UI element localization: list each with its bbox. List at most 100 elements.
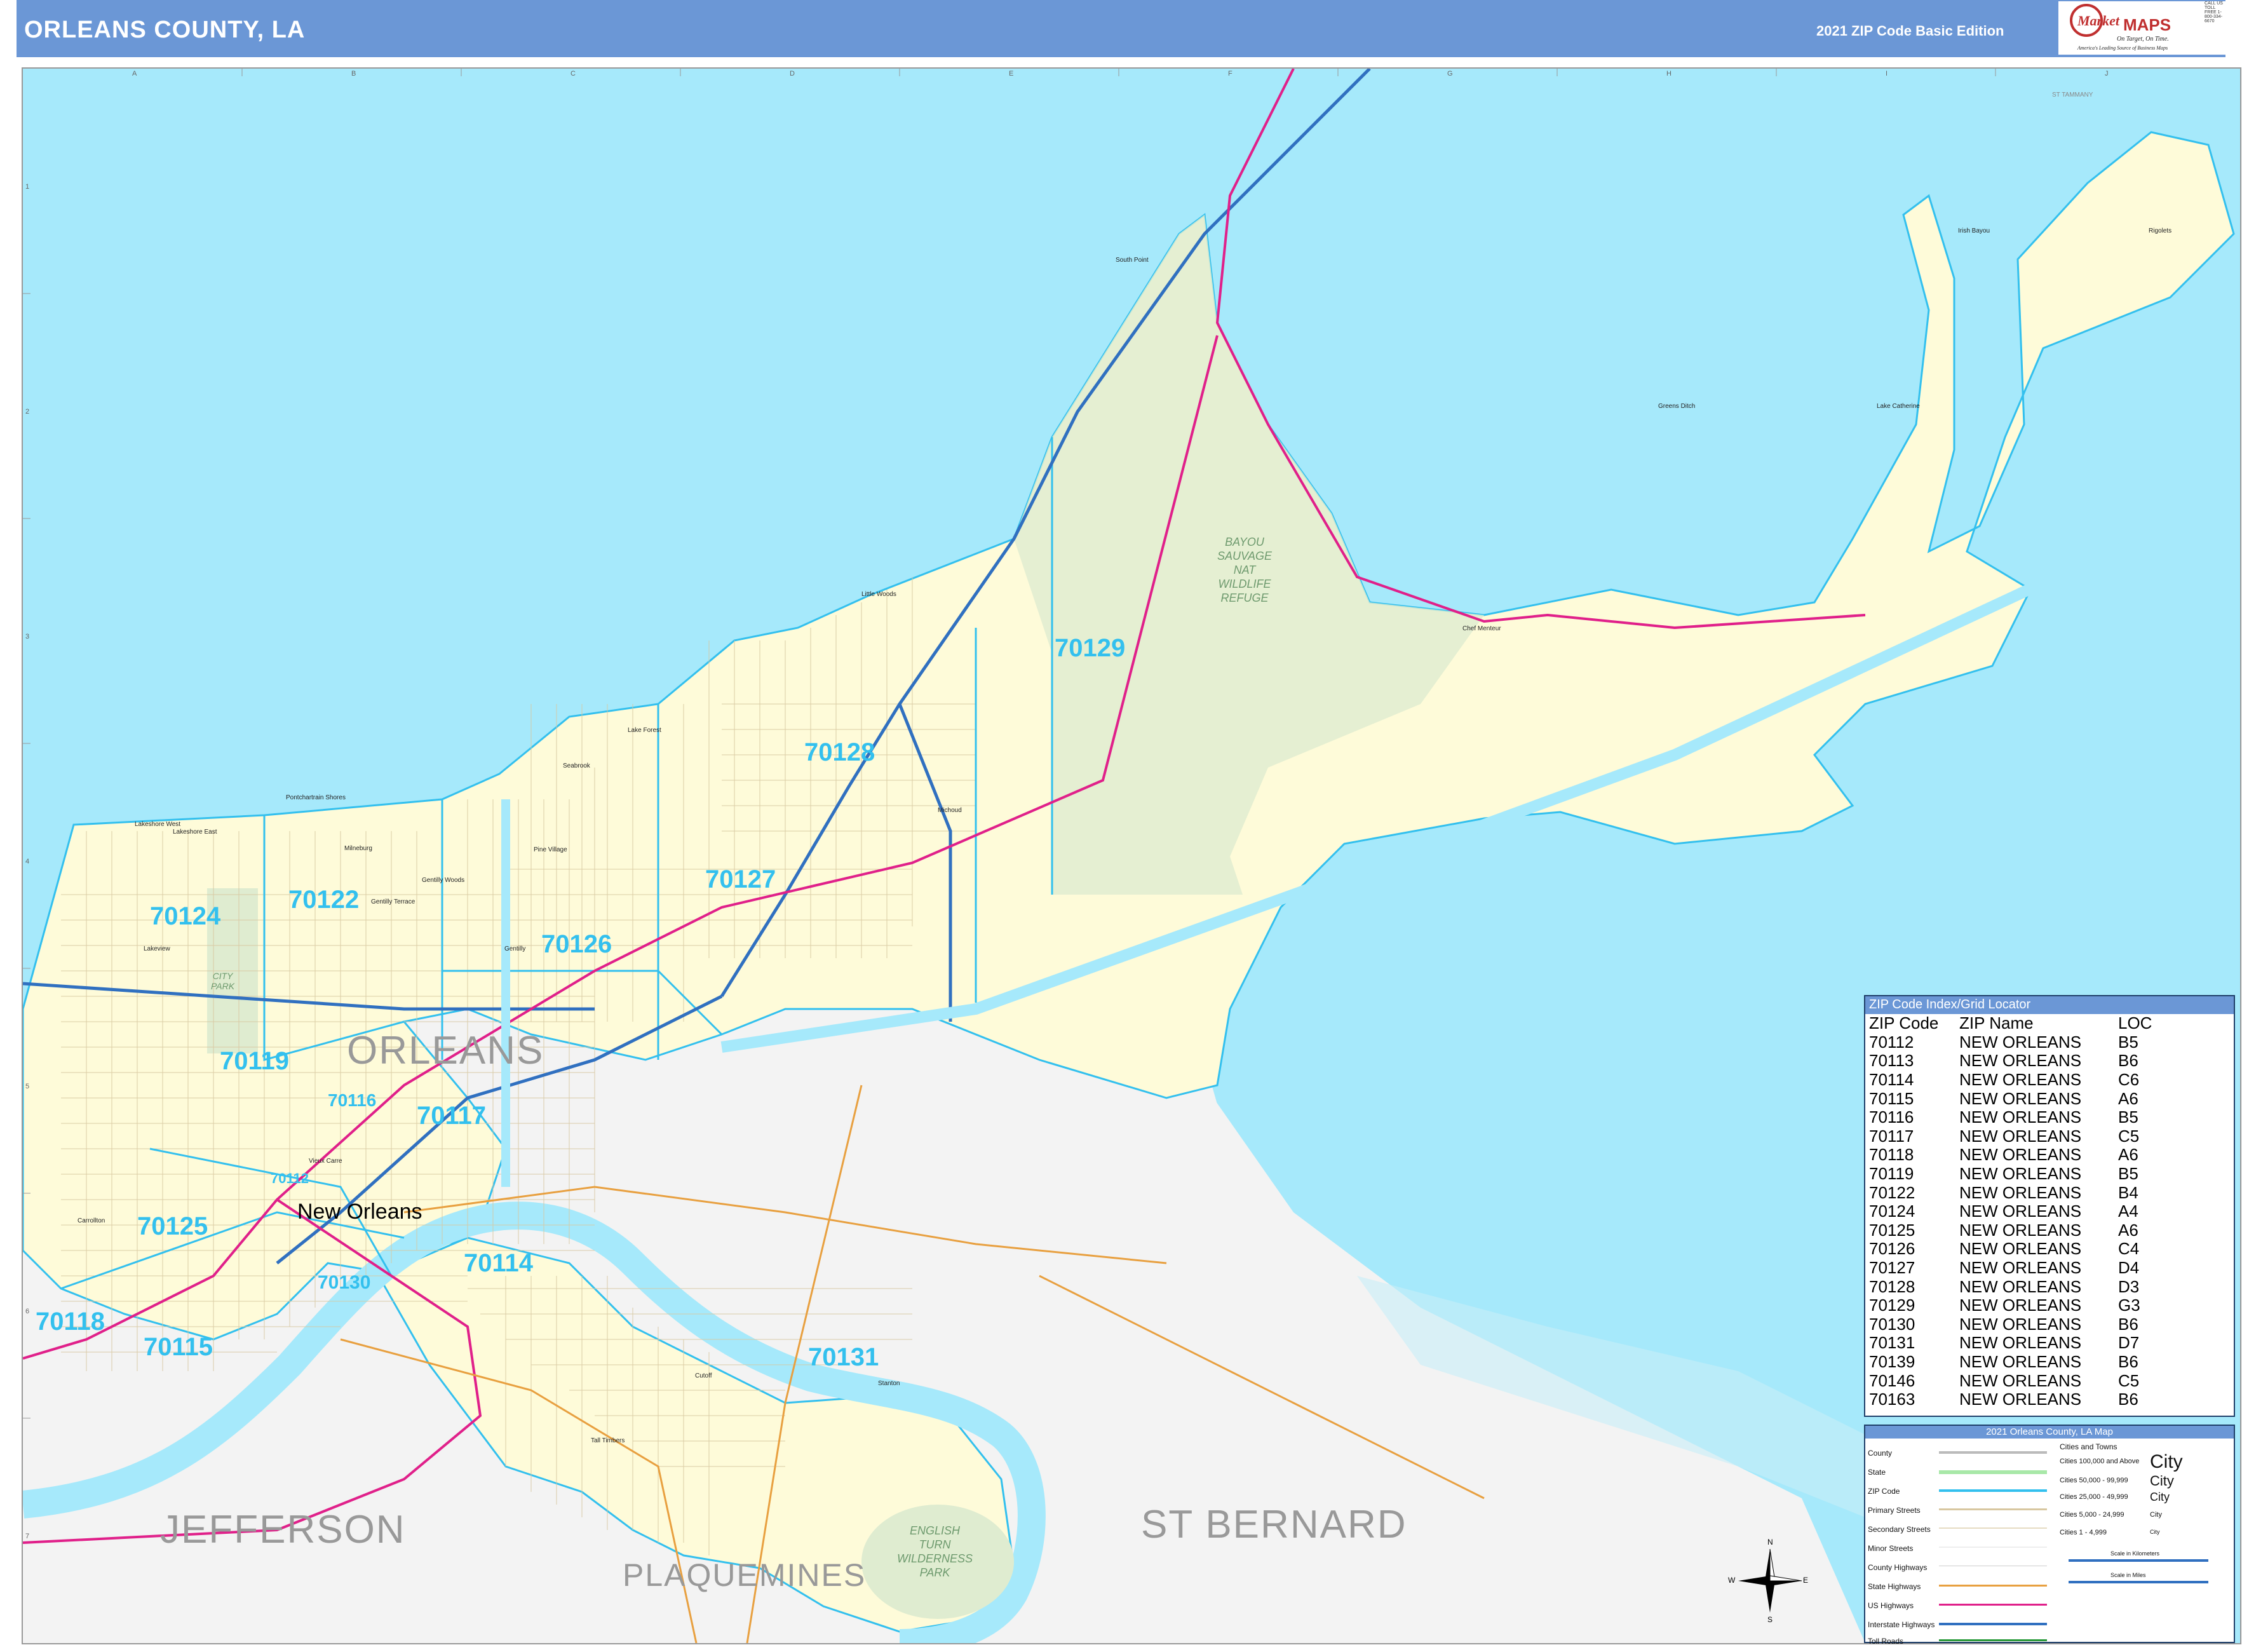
zip-index-col-name: ZIP Name <box>1959 1013 2034 1033</box>
legend-swatch-state-hwy <box>1939 1585 2047 1587</box>
legend-item-interstate-highways: Interstate Highways <box>1868 1620 1935 1629</box>
legend-item-state: State <box>1868 1468 1886 1477</box>
zip-index-row: 70118 NEW ORLEANS A6 <box>1869 1146 2152 1165</box>
place-lake-forest: Lake Forest <box>628 727 661 734</box>
grid-col-j: J <box>2105 70 2109 78</box>
place-lakeshore-east: Lakeshore East <box>173 829 217 836</box>
edition-label: 2021 ZIP Code Basic Edition <box>1816 23 2004 39</box>
zip-index-cell-loc: C5 <box>2118 1371 2140 1390</box>
logo-tagline: On Target, On Time. <box>2117 36 2169 43</box>
legend-city-sample-2: City <box>2150 1473 2174 1489</box>
logo-graphic: Market MAPS On Target, On Time. America'… <box>2070 4 2171 51</box>
zip-index-cell-name: NEW ORLEANS <box>1959 1182 2082 1202</box>
zip-index-cell-loc: C5 <box>2118 1126 2140 1146</box>
zip-index-cell-loc: B5 <box>2118 1164 2138 1184</box>
zip-label-70126: 70126 <box>541 930 612 958</box>
legend-item-secondary-streets: Secondary Streets <box>1868 1525 1931 1534</box>
zip-label-70118: 70118 <box>36 1308 105 1336</box>
zip-index-row: 70163 NEW ORLEANS B6 <box>1869 1390 2152 1409</box>
zip-index-cell-code: 70118 <box>1869 1145 1914 1165</box>
grid-row-1: 1 <box>25 183 30 191</box>
legend-scale-mi-label: Scale in Miles <box>2110 1572 2146 1578</box>
zip-index-row: 70126 NEW ORLEANS C4 <box>1869 1240 2152 1259</box>
grid-col-h: H <box>1666 70 1671 78</box>
legend-city-sample-4: City <box>2150 1511 2162 1519</box>
legend-city-sample-3: City <box>2150 1491 2170 1503</box>
zip-index-cell-code: 70124 <box>1869 1202 1915 1221</box>
grid-col-a: A <box>132 70 137 78</box>
place-cutoff: Cutoff <box>695 1372 712 1379</box>
compass-w: W <box>1728 1576 1736 1585</box>
county-label-orleans: ORLEANS <box>347 1029 544 1073</box>
grid-col-g: G <box>1447 70 1453 78</box>
zip-index-cell-loc: A4 <box>2118 1202 2138 1221</box>
zip-index-col-code: ZIP Code <box>1869 1013 1939 1033</box>
legend-swatch-zip <box>1939 1489 2047 1492</box>
county-label-st-bernard: ST BERNARD <box>1141 1503 1407 1547</box>
compass-s: S <box>1767 1615 1773 1624</box>
legend-item-state-highways: State Highways <box>1868 1582 1921 1591</box>
zip-index-body: 70112 NEW ORLEANS B5 70113 NEW ORLEANS B6 7011… <box>1869 1033 2152 1409</box>
zip-index-cell-name: NEW ORLEANS <box>1959 1333 2082 1353</box>
zip-index-cell-name: NEW ORLEANS <box>1959 1220 2082 1240</box>
legend-item-county: County <box>1868 1449 1893 1458</box>
legend-swatch-secondary <box>1939 1527 2047 1529</box>
grid-col-c: C <box>571 70 576 78</box>
zip-index-row: 70114 NEW ORLEANS C6 <box>1869 1071 2152 1090</box>
title-bar: ORLEANS COUNTY, LA 2021 ZIP Code Basic E… <box>17 0 2225 57</box>
park-label-city-park: CITY PARK <box>211 971 235 991</box>
zip-index-row: 70130 NEW ORLEANS B6 <box>1869 1315 2152 1334</box>
zip-index-cell-name: NEW ORLEANS <box>1959 1276 2082 1296</box>
grid-row-6: 6 <box>25 1308 30 1315</box>
zip-index-row: 70112 NEW ORLEANS B5 <box>1869 1033 2152 1052</box>
zip-index-cell-loc: A6 <box>2118 1220 2138 1240</box>
park-label-english-turn: ENGLISH TURN WILDERNESS PARK <box>897 1524 973 1579</box>
zip-label-70119: 70119 <box>220 1047 290 1075</box>
zip-label-70112: 70112 <box>271 1170 309 1186</box>
zip-index-cell-loc: B6 <box>2118 1390 2138 1409</box>
legend-scale-km-bar <box>2069 1559 2208 1562</box>
zip-index-cell-name: NEW ORLEANS <box>1959 1164 2082 1184</box>
zip-index-cell-code: 70128 <box>1869 1276 1915 1296</box>
zip-label-70116: 70116 <box>328 1090 377 1110</box>
zip-index-cell-code: 70117 <box>1869 1126 1914 1146</box>
grid-col-i: I <box>1886 70 1888 78</box>
zip-index-cell-loc: C4 <box>2118 1239 2140 1259</box>
place-chef-menteur: Chef Menteur <box>1462 625 1501 632</box>
zip-label-70131: 70131 <box>808 1343 879 1371</box>
zip-label-70125: 70125 <box>137 1212 208 1240</box>
zip-index-cell-code: 70129 <box>1869 1296 1915 1315</box>
zip-index-row: 70113 NEW ORLEANS B6 <box>1869 1052 2152 1071</box>
grid-col-b: B <box>351 70 356 78</box>
zip-index-header-row: ZIP Code ZIP Name LOC <box>1869 1014 2152 1033</box>
map-title: ORLEANS COUNTY, LA <box>24 17 306 43</box>
zip-index-cell-loc: A6 <box>2118 1145 2138 1165</box>
compass-rose: N S E W <box>1728 1536 1808 1625</box>
place-south-point: South Point <box>1116 257 1149 264</box>
compass-n: N <box>1767 1538 1773 1547</box>
zip-index-cell-loc: B5 <box>2118 1107 2138 1127</box>
zip-label-70115: 70115 <box>144 1333 213 1361</box>
zip-index-cell-name: NEW ORLEANS <box>1959 1107 2082 1127</box>
legend-item-toll-roads: Toll Roads <box>1868 1637 1904 1646</box>
zip-index-cell-code: 70130 <box>1869 1314 1915 1334</box>
zip-index-row: 70129 NEW ORLEANS G3 <box>1869 1296 2152 1315</box>
grid-row-3: 3 <box>25 633 30 640</box>
zip-index-cell-loc: B4 <box>2118 1182 2138 1202</box>
place-pontchartrain-shores: Pontchartrain Shores <box>286 794 346 801</box>
place-stanton: Stanton <box>878 1380 900 1387</box>
legend-swatch-primary <box>1939 1508 2047 1510</box>
grid-row-2: 2 <box>25 408 30 416</box>
zip-index-cell-name: NEW ORLEANS <box>1959 1032 2082 1052</box>
zip-index-row: 70122 NEW ORLEANS B4 <box>1869 1183 2152 1202</box>
place-little-woods: Little Woods <box>861 591 896 598</box>
place-gentilly: Gentilly <box>504 945 526 952</box>
zip-index-cell-code: 70119 <box>1869 1164 1914 1184</box>
legend-item-county-highways: County Highways <box>1868 1563 1928 1572</box>
legend-swatch-toll <box>1939 1639 2047 1641</box>
zip-index-cell-loc: D7 <box>2118 1333 2140 1353</box>
zip-index-cell-name: NEW ORLEANS <box>1959 1258 2082 1278</box>
place-seabrook: Seabrook <box>563 762 590 769</box>
zip-index-row: 70116 NEW ORLEANS B5 <box>1869 1108 2152 1127</box>
legend-item-primary-streets: Primary Streets <box>1868 1506 1921 1515</box>
